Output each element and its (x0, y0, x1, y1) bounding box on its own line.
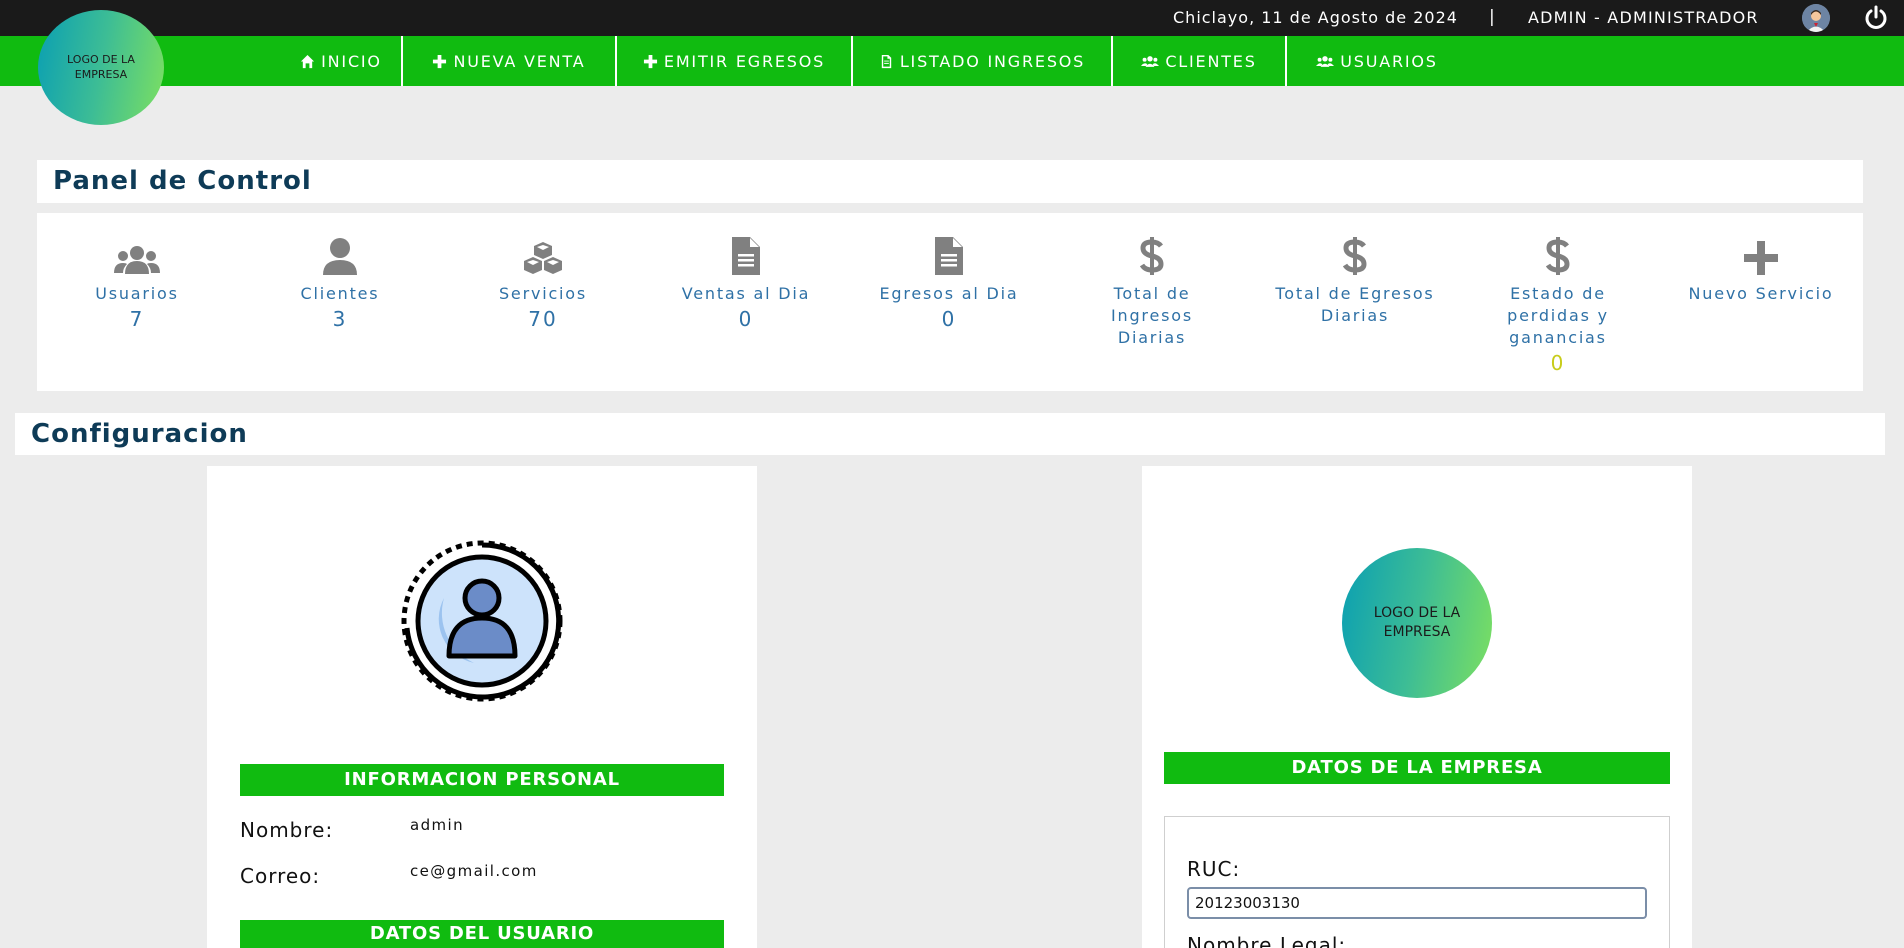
stat-clientes[interactable]: Clientes 3 (240, 235, 440, 331)
email-value: ce@gmail.com (410, 862, 538, 880)
users-icon (1316, 55, 1335, 67)
stat-label: Servicios (498, 284, 588, 303)
stat-label: Total de Egresos Diarias (1275, 284, 1435, 325)
nav-nueva-venta[interactable]: NUEVA VENTA (403, 36, 615, 86)
stat-label: Estado de perdidas y ganancias (1507, 284, 1609, 347)
stat-ventas-dia[interactable]: Ventas al Dia 0 (646, 235, 846, 331)
ruc-input[interactable] (1187, 887, 1647, 919)
file-text-icon (732, 237, 760, 275)
company-logo[interactable]: LOGO DE LA EMPRESA (38, 10, 164, 125)
stat-egresos-dia[interactable]: Egresos al Dia 0 (849, 235, 1049, 331)
section-title: Configuracion (31, 419, 248, 449)
dollar-icon (1546, 237, 1570, 275)
stat-label: Nuevo Servicio (1688, 284, 1834, 303)
file-icon (881, 54, 892, 68)
stat-nuevo-servicio[interactable]: Nuevo Servicio (1661, 235, 1861, 305)
home-icon (301, 54, 315, 68)
stat-label: Egresos al Dia (879, 284, 1019, 303)
stat-label: Usuarios (95, 284, 179, 303)
stat-total-ingresos[interactable]: Total de Ingresos Diarias (1052, 235, 1252, 349)
stat-label: Ventas al Dia (681, 284, 811, 303)
nav-usuarios[interactable]: USUARIOS (1287, 36, 1467, 86)
plus-icon (643, 54, 657, 68)
personal-info-header: INFORMACION PERSONAL (240, 764, 724, 796)
users-icon (114, 246, 160, 274)
company-logo-large[interactable]: LOGO DE LA EMPRESA (1342, 548, 1492, 698)
company-form: RUC: Nombre Legal: (1164, 816, 1670, 948)
stat-value: 0 (941, 307, 957, 331)
stat-servicios[interactable]: Servicios 70 (443, 235, 643, 331)
nav-inicio-label: INICIO (321, 51, 382, 71)
main-navbar: INICIO NUEVA VENTA EMITIR EGRESOS LISTAD… (0, 36, 1904, 86)
stat-value: 3 (332, 307, 348, 331)
stat-usuarios[interactable]: Usuarios 7 (37, 235, 237, 331)
legal-name-label: Nombre Legal: (1187, 933, 1347, 948)
stat-perdidas-ganancias[interactable]: Estado de perdidas y ganancias 0 (1458, 235, 1658, 375)
stat-label: Clientes (300, 284, 380, 303)
nav-clientes-label: CLIENTES (1165, 51, 1257, 71)
stat-value: 7 (129, 307, 145, 331)
ruc-label: RUC: (1187, 857, 1241, 881)
nav-emitir-egresos-label: EMITIR EGRESOS (663, 51, 826, 71)
personal-info-card: INFORMACION PERSONAL Nombre: admin Corre… (207, 466, 757, 948)
name-label: Nombre: (240, 818, 334, 842)
top-bar: Chiclayo, 11 de Agosto de 2024 | ADMIN -… (0, 0, 1904, 36)
email-label: Correo: (240, 864, 321, 888)
panel-header: Panel de Control (37, 160, 1863, 203)
company-data-header: DATOS DE LA EMPRESA (1164, 752, 1670, 784)
user-data-header: DATOS DEL USUARIO (240, 920, 724, 948)
nav-clientes[interactable]: CLIENTES (1113, 36, 1285, 86)
company-logo-large-text: LOGO DE LA EMPRESA (1373, 605, 1461, 640)
name-value: admin (410, 816, 464, 834)
nav-inicio[interactable]: INICIO (280, 36, 402, 86)
config-header: Configuracion (15, 413, 1885, 455)
nav-emitir-egresos[interactable]: EMITIR EGRESOS (617, 36, 851, 86)
stats-panel: Usuarios 7 Clientes 3 Servicios 70 Venta… (37, 213, 1863, 391)
logout-power-icon[interactable] (1862, 4, 1890, 32)
page-title: Panel de Control (53, 166, 312, 196)
stat-value: 0 (738, 307, 754, 331)
nav-listado-ingresos-label: LISTADO INGRESOS (899, 51, 1086, 71)
plus-icon (1744, 241, 1778, 275)
stat-value: 70 (528, 307, 558, 331)
nav-listado-ingresos[interactable]: LISTADO INGRESOS (853, 36, 1111, 86)
company-info-card: LOGO DE LA EMPRESA DATOS DE LA EMPRESA R… (1142, 466, 1692, 948)
current-date: Chiclayo, 11 de Agosto de 2024 (1173, 8, 1458, 27)
cubes-icon (524, 242, 562, 274)
stat-label: Total de Ingresos Diarias (1111, 284, 1193, 347)
users-icon (1141, 55, 1160, 67)
logged-user[interactable]: ADMIN - ADMINISTRADOR (1528, 8, 1759, 27)
company-logo-text: LOGO DE LA EMPRESA (67, 53, 135, 81)
user-icon (323, 238, 357, 275)
file-text-icon (935, 237, 963, 275)
user-profile-icon (399, 538, 565, 708)
plus-icon (433, 54, 447, 68)
nav-nueva-venta-label: NUEVA VENTA (453, 51, 586, 71)
dollar-icon (1343, 237, 1367, 275)
stat-value: 0 (1550, 351, 1566, 375)
user-avatar-icon[interactable] (1802, 4, 1830, 32)
stat-total-egresos[interactable]: Total de Egresos Diarias (1255, 235, 1455, 327)
nav-usuarios-label: USUARIOS (1340, 51, 1438, 71)
separator: | (1489, 7, 1495, 27)
dollar-icon (1140, 237, 1164, 275)
